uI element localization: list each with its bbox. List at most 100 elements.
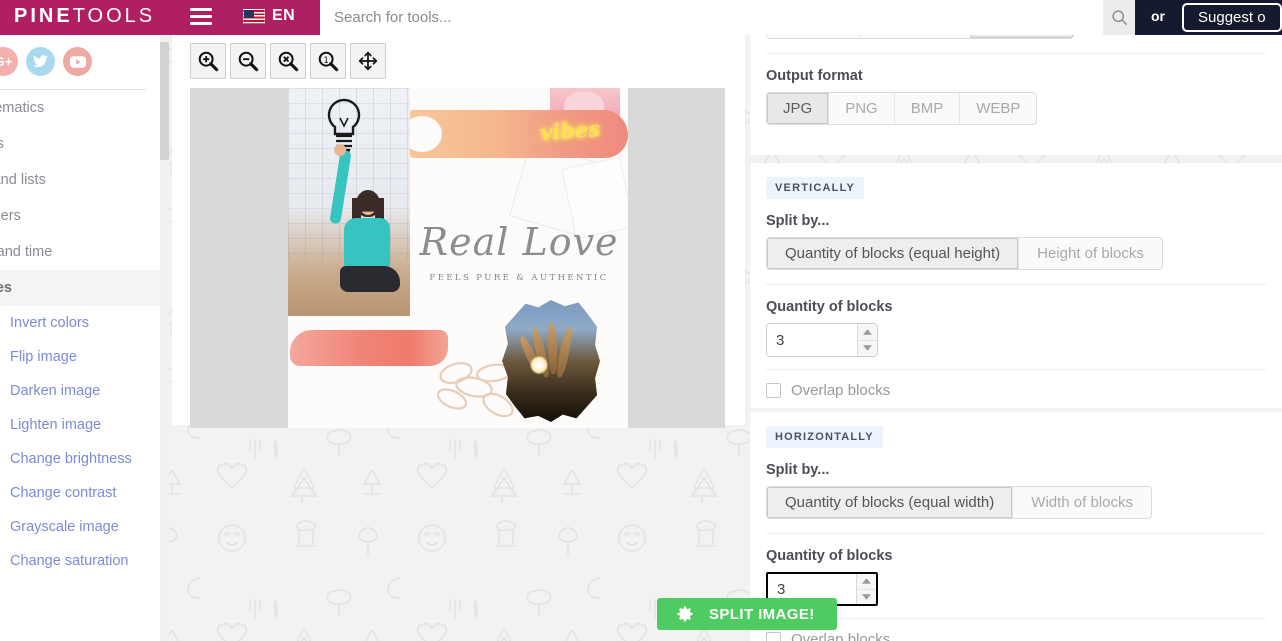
canvas-right-padding	[628, 88, 725, 428]
panel-divider	[766, 618, 1266, 619]
horizontal-quantity-decrement[interactable]	[857, 590, 876, 605]
output-format-webp[interactable]: WEBP	[960, 93, 1037, 124]
zoom-in-icon	[198, 51, 219, 72]
youtube-icon[interactable]	[63, 47, 92, 76]
vertical-quantity-label: Quantity of blocks	[766, 299, 893, 315]
sidebar-tool-lighten-image[interactable]: Lighten image	[0, 408, 160, 442]
sidebar-category-images[interactable]: Images	[0, 270, 160, 306]
vertical-quantity-stepper	[766, 323, 878, 357]
search-button[interactable]	[1103, 0, 1135, 35]
move-button[interactable]	[350, 43, 386, 79]
sidebar-scrollbar-thumb[interactable]	[160, 42, 169, 160]
panel-divider	[766, 53, 1266, 54]
vertical-quantity-increment[interactable]	[858, 324, 877, 341]
sidebar-category-numbers[interactable]: Numbers	[0, 198, 160, 234]
vertical-split-by-quantity[interactable]: Quantity of blocks (equal height)	[767, 238, 1020, 269]
zoom-in-button[interactable]	[190, 43, 226, 79]
sidebar-tool-invert-colors[interactable]: Invert colors	[0, 306, 160, 340]
image-canvas[interactable]: vibes Real Love FEELS PURE & AUTHENTIC	[190, 88, 725, 428]
chevron-down-icon	[862, 594, 871, 600]
social-links: f G+	[0, 35, 160, 76]
horizontal-split-by-segmented: Quantity of blocks (equal width) Width o…	[766, 486, 1152, 519]
sidebar-tool-flip-image[interactable]: Flip image	[0, 340, 160, 374]
language-code: EN	[272, 7, 296, 24]
horizontally-badge: HORIZONTALLY	[766, 426, 883, 448]
sidebar-tool-change-brightness[interactable]: Change brightness	[0, 442, 160, 476]
chevron-up-icon	[863, 329, 872, 335]
sidebar-tool-darken-image[interactable]: Darken image	[0, 374, 160, 408]
sidebar-tool-change-contrast[interactable]: Change contrast	[0, 476, 160, 510]
collage-person-legs	[340, 266, 400, 292]
panel-divider	[766, 284, 1266, 285]
zoom-actual-size-button[interactable]: 1	[310, 43, 346, 79]
collage-person-hand	[334, 144, 346, 156]
vertical-quantity-input[interactable]	[767, 324, 857, 356]
collage-coral-brush	[290, 330, 448, 366]
gear-icon	[677, 606, 693, 622]
vertical-overlap-label: Overlap blocks	[791, 382, 891, 399]
vertical-split-by-segmented: Quantity of blocks (equal height) Height…	[766, 237, 1163, 270]
sidebar-category-mathematics[interactable]: Mathematics	[0, 90, 160, 126]
move-icon	[358, 51, 378, 71]
preview-image: vibes Real Love FEELS PURE & AUTHENTIC	[288, 88, 628, 428]
output-format-segmented: JPG PNG BMP WEBP	[766, 92, 1038, 125]
vertical-overlap-row[interactable]: Overlap blocks	[766, 382, 1266, 399]
search-icon	[1111, 10, 1127, 26]
logo-tools: TOOLS	[72, 5, 156, 27]
zoom-reset-icon	[278, 51, 299, 72]
zoom-reset-button[interactable]	[270, 43, 306, 79]
hamburger-icon[interactable]	[190, 8, 212, 26]
split-image-button[interactable]: SPLIT IMAGE!	[657, 598, 837, 630]
search-input[interactable]	[320, 1, 1103, 34]
horizontal-overlap-checkbox[interactable]	[766, 632, 781, 641]
vertical-split-by-label: Split by...	[766, 213, 830, 229]
split-image-label: SPLIT IMAGE!	[709, 605, 815, 623]
output-format-label: Output format	[766, 68, 863, 84]
sidebar-tool-grayscale-image[interactable]: Grayscale image	[0, 510, 160, 544]
twitter-icon[interactable]	[26, 47, 55, 76]
zoom-toolbar: 1	[190, 43, 386, 79]
horizontal-split-by-label: Split by...	[766, 462, 830, 478]
us-flag-icon	[243, 8, 265, 24]
vertical-quantity-decrement[interactable]	[858, 341, 877, 357]
vertical-options-panel: VERTICALLY Split by... Quantity of block…	[750, 163, 1282, 408]
horizontal-quantity-spinner	[856, 574, 876, 604]
vertically-badge: VERTICALLY	[766, 177, 865, 199]
zoom-actual-size-icon: 1	[318, 51, 339, 72]
sidebar-tool-change-saturation[interactable]: Change saturation	[0, 544, 160, 578]
svg-text:1: 1	[323, 56, 329, 66]
googleplus-icon[interactable]: G+	[0, 47, 18, 76]
vertical-split-by-height[interactable]: Height of blocks	[1019, 238, 1162, 269]
chevron-up-icon	[862, 578, 871, 584]
sidebar-category-date-and-time[interactable]: Date and time	[0, 234, 160, 270]
sidebar-category-text-and-lists[interactable]: Text and lists	[0, 162, 160, 198]
sidebar-category-colors[interactable]: Colors	[0, 126, 160, 162]
collage-nature-photo	[502, 300, 600, 422]
horizontal-quantity-increment[interactable]	[857, 574, 876, 590]
chevron-down-icon	[863, 345, 872, 351]
zoom-out-icon	[238, 51, 259, 72]
language-selector[interactable]: EN	[243, 7, 295, 25]
logo-pine: PINE	[14, 5, 73, 27]
collage-sun-flare	[530, 356, 548, 374]
site-logo[interactable]: PINETOOLS	[14, 5, 155, 28]
page-root: PINETOOLS EN or Suggest o f G+	[0, 0, 1282, 641]
panel-divider	[766, 533, 1266, 534]
horizontal-quantity-label: Quantity of blocks	[766, 548, 893, 564]
top-header: PINETOOLS EN or Suggest o	[0, 0, 1282, 35]
output-format-png[interactable]: PNG	[829, 93, 895, 124]
output-format-bmp[interactable]: BMP	[894, 93, 961, 124]
suggest-tool-button[interactable]: Suggest o	[1182, 3, 1282, 32]
collage-person-body	[344, 218, 390, 270]
output-format-jpg[interactable]: JPG	[767, 93, 830, 124]
zoom-out-button[interactable]	[230, 43, 266, 79]
collage-title: Real Love	[419, 220, 619, 264]
horizontal-split-by-quantity[interactable]: Quantity of blocks (equal width)	[767, 487, 1014, 518]
panel-divider	[766, 369, 1266, 370]
or-label: or	[1151, 8, 1165, 24]
collage-vibes-text: vibes	[539, 115, 601, 146]
horizontal-overlap-row[interactable]: Overlap blocks	[766, 631, 1266, 641]
collage-subtitle: FEELS PURE & AUTHENTIC	[429, 273, 609, 283]
vertical-overlap-checkbox[interactable]	[766, 383, 781, 398]
horizontal-split-by-width[interactable]: Width of blocks	[1013, 487, 1151, 518]
